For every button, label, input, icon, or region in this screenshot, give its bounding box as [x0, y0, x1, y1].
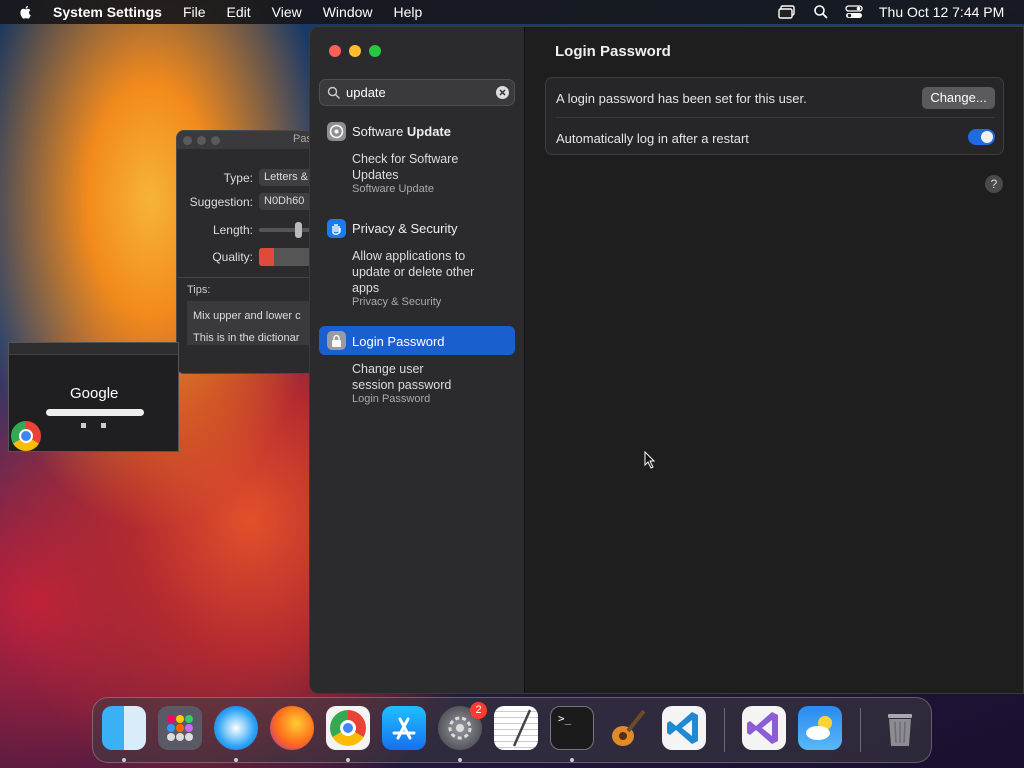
control-center-icon[interactable] [845, 0, 863, 24]
app-store-icon[interactable] [382, 706, 426, 750]
result-title-plain: Software [352, 124, 407, 139]
visual-studio-icon[interactable] [742, 706, 786, 750]
tips-label: Tips: [187, 284, 211, 296]
length-slider-knob[interactable] [295, 222, 302, 238]
zoom-button[interactable] [369, 45, 381, 57]
spotlight-search-icon[interactable] [813, 0, 829, 24]
row-divider [556, 117, 995, 118]
change-password-button[interactable]: Change... [922, 87, 995, 109]
shortcut-icon [101, 423, 106, 428]
google-logo: Google [70, 385, 119, 402]
page-title: Login Password [555, 43, 671, 60]
result-desc-line: update or delete other [352, 265, 475, 279]
result-desc-line: Updates [352, 168, 399, 182]
chrome-thumb-tabbar [9, 343, 178, 355]
app-name-menu[interactable]: System Settings [53, 4, 162, 20]
notification-badge: 2 [470, 702, 487, 719]
result-privacy-security-desc[interactable]: Allow applications to update or delete o… [352, 248, 502, 296]
type-label: Type: [223, 171, 253, 185]
result-desc-line: session password [352, 378, 452, 392]
running-indicator [234, 758, 238, 762]
help-menu[interactable]: Help [394, 4, 423, 20]
length-label: Length: [212, 223, 253, 237]
running-indicator [122, 758, 126, 762]
screen-mirroring-icon[interactable] [778, 0, 796, 24]
launchpad-icon[interactable] [158, 706, 202, 750]
clear-search-icon[interactable] [496, 86, 509, 99]
lock-icon [327, 331, 346, 350]
search-icon [327, 86, 341, 100]
menu-bar: System Settings File Edit View Window He… [0, 0, 1024, 24]
quality-label: Quality: [212, 250, 253, 264]
google-search-box [46, 409, 144, 416]
garageband-icon[interactable] [606, 706, 650, 750]
weather-icon[interactable] [798, 706, 842, 750]
minimize-button[interactable] [197, 135, 206, 145]
result-title-match: Update [406, 124, 451, 139]
result-software-update-desc[interactable]: Check for Software Updates [352, 151, 502, 183]
toggle-knob [981, 131, 993, 143]
running-indicator [346, 758, 350, 762]
search-input[interactable] [346, 85, 486, 100]
auto-login-label: Automatically log in after a restart [556, 131, 749, 146]
trash-icon[interactable] [878, 706, 922, 750]
finder-icon[interactable] [102, 706, 146, 750]
chrome-window-thumbnail[interactable]: Google [8, 342, 179, 452]
result-category: Privacy & Security [352, 296, 442, 308]
sidebar-search[interactable] [319, 79, 515, 106]
chrome-app-icon [11, 421, 41, 451]
suggestion-label: Suggestion: [189, 195, 253, 209]
login-password-card: A login password has been set for this u… [545, 77, 1004, 155]
result-login-password[interactable]: Login Password [352, 334, 445, 349]
result-login-password-desc[interactable]: Change user session password [352, 361, 502, 393]
running-indicator [458, 758, 462, 762]
firefox-icon[interactable] [270, 706, 314, 750]
window-menu[interactable]: Window [323, 4, 373, 20]
password-status-text: A login password has been set for this u… [556, 91, 807, 106]
help-button[interactable]: ? [985, 175, 1003, 193]
edit-menu[interactable]: Edit [227, 4, 251, 20]
result-privacy-security[interactable]: Privacy & Security [352, 221, 457, 236]
result-desc-line: Change user [352, 362, 424, 376]
close-button[interactable] [183, 135, 192, 145]
quality-meter-fill [259, 248, 274, 266]
dock: 2 >_ [92, 697, 932, 763]
result-category: Login Password [352, 393, 431, 405]
result-software-update[interactable]: Software Update [352, 124, 451, 139]
software-update-icon [327, 122, 346, 141]
view-menu[interactable]: View [272, 4, 302, 20]
dock-separator [724, 708, 725, 752]
close-button[interactable] [329, 45, 341, 57]
textedit-icon[interactable] [494, 706, 538, 750]
safari-icon[interactable] [214, 706, 258, 750]
result-desc-line: Allow applications to [352, 249, 466, 263]
result-category: Software Update [352, 183, 434, 195]
system-settings-window: Software Update Check for Software Updat… [309, 26, 1024, 694]
apple-menu-icon[interactable] [18, 4, 34, 20]
content-pane: Login Password A login password has been… [525, 27, 1023, 693]
result-desc-line: apps [352, 281, 380, 295]
running-indicator [570, 758, 574, 762]
chrome-icon[interactable] [326, 706, 370, 750]
mouse-cursor-icon [644, 451, 656, 469]
sidebar: Software Update Check for Software Updat… [310, 27, 525, 693]
auto-login-toggle[interactable] [968, 129, 995, 145]
terminal-icon[interactable]: >_ [550, 706, 594, 750]
shortcut-icon [81, 423, 86, 428]
dock-separator [860, 708, 861, 752]
privacy-hand-icon [327, 219, 346, 238]
minimize-button[interactable] [349, 45, 361, 57]
zoom-button[interactable] [211, 135, 220, 145]
menubar-clock[interactable]: Thu Oct 12 7:44 PM [879, 0, 1004, 24]
vscode-icon[interactable] [662, 706, 706, 750]
result-desc-line: Check for Software [352, 152, 459, 166]
file-menu[interactable]: File [183, 4, 206, 20]
